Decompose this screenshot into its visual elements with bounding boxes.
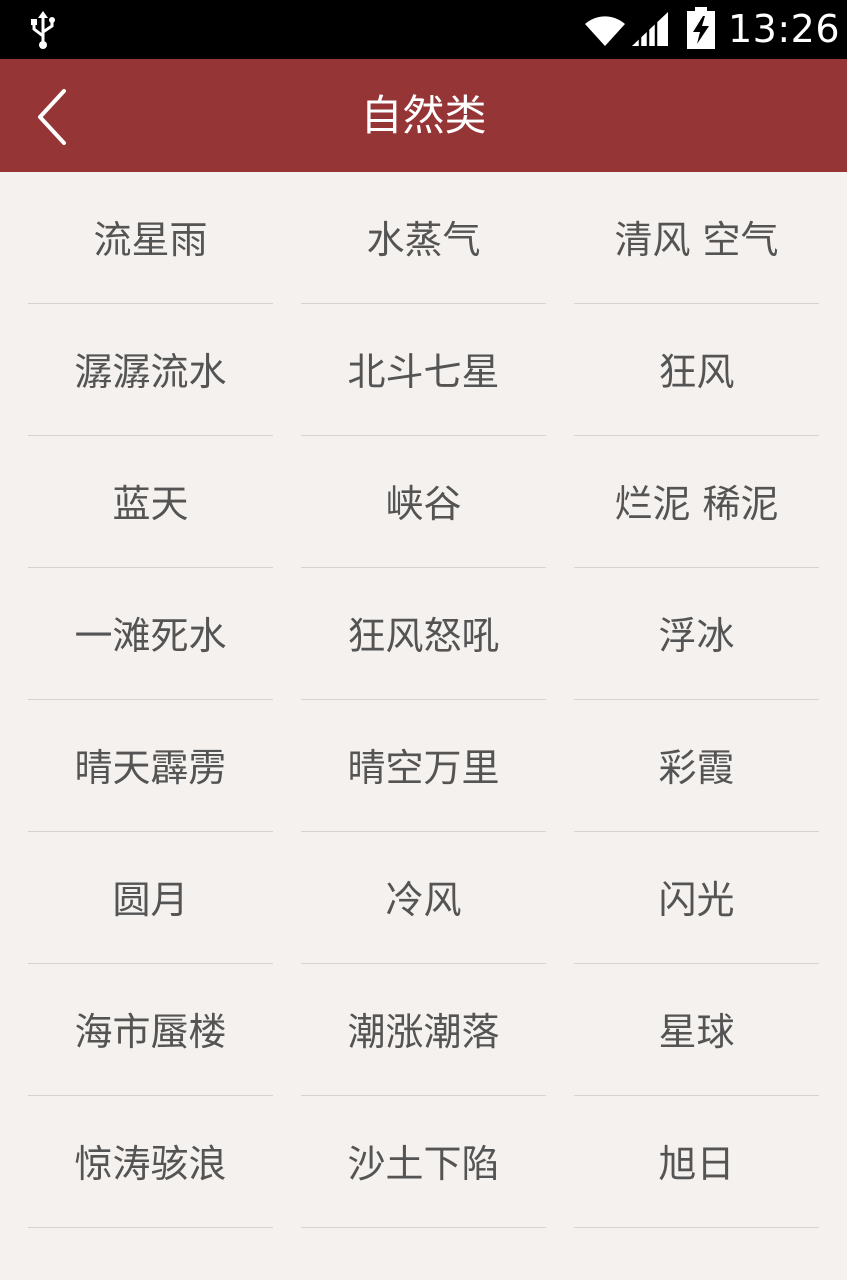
grid-item[interactable]: 浮冰 [574,568,819,700]
grid-item-label: 圆月 [112,878,189,922]
grid-item[interactable]: 水蒸气 [301,172,546,304]
clock: 13:26 [728,7,841,51]
grid-item-label: 沙土下陷 [347,1142,500,1186]
grid-item-label: 烂泥 稀泥 [614,482,779,526]
grid-item[interactable]: 烂泥 稀泥 [574,436,819,568]
grid-item-label: 晴空万里 [347,746,500,790]
grid-item-label: 星球 [658,1010,735,1054]
grid-item[interactable]: 峡谷 [301,436,546,568]
grid-item[interactable]: 星球 [574,964,819,1096]
grid-item-label: 浮冰 [658,614,735,658]
grid-item-label: 惊涛骇浪 [74,1142,227,1186]
cell-signal-icon [632,12,668,46]
grid-item-label: 北斗七星 [347,350,500,394]
usb-icon [31,11,55,49]
grid-item[interactable]: 冷风 [301,832,546,964]
grid-item[interactable]: 惊涛骇浪 [28,1096,273,1228]
grid-item[interactable]: 一滩死水 [28,568,273,700]
grid-item[interactable]: 圆月 [28,832,273,964]
grid-item[interactable]: 狂风怒吼 [301,568,546,700]
wifi-icon [585,16,625,46]
grid-item[interactable]: 清风 空气 [574,172,819,304]
grid-item[interactable]: 蓝天 [28,436,273,568]
grid-item-label: 一滩死水 [74,614,227,658]
app-bar: 自然类 [0,59,847,172]
grid-item-label: 晴天霹雳 [74,746,227,790]
grid-item-label: 闪光 [658,878,735,922]
grid-item-label: 冷风 [385,878,462,922]
grid-item[interactable]: 沙土下陷 [301,1096,546,1228]
grid-item[interactable]: 狂风 [574,304,819,436]
status-bar: 13:26 [0,0,847,59]
grid-item-label: 流星雨 [93,218,208,262]
grid-item-label: 狂风怒吼 [347,614,500,658]
grid-item[interactable]: 闪光 [574,832,819,964]
grid-item[interactable]: 潺潺流水 [28,304,273,436]
grid-item[interactable]: 海市蜃楼 [28,964,273,1096]
grid-item-label: 峡谷 [385,482,462,526]
battery-charging-icon [687,7,715,49]
grid-item[interactable]: 晴天霹雳 [28,700,273,832]
grid-item-label: 蓝天 [112,482,189,526]
page-title: 自然类 [360,91,487,140]
grid-item[interactable]: 北斗七星 [301,304,546,436]
category-grid: 流星雨 水蒸气 清风 空气 潺潺流水 北斗七星 狂风 蓝天 峡谷 烂泥 稀泥 一… [28,172,820,1228]
grid-item-label: 清风 空气 [614,218,779,262]
grid-item[interactable]: 流星雨 [28,172,273,304]
grid-item-label: 潮涨潮落 [347,1010,500,1054]
grid-item-label: 狂风 [658,350,735,394]
grid-item-label: 水蒸气 [366,218,481,262]
grid-item[interactable]: 旭日 [574,1096,819,1228]
grid-item[interactable]: 彩霞 [574,700,819,832]
grid-item-label: 潺潺流水 [74,350,227,394]
grid-item[interactable]: 晴空万里 [301,700,546,832]
grid-item-label: 海市蜃楼 [74,1010,227,1054]
grid-item-label: 彩霞 [658,746,735,790]
grid-item-label: 旭日 [658,1142,735,1186]
grid-item[interactable]: 潮涨潮落 [301,964,546,1096]
